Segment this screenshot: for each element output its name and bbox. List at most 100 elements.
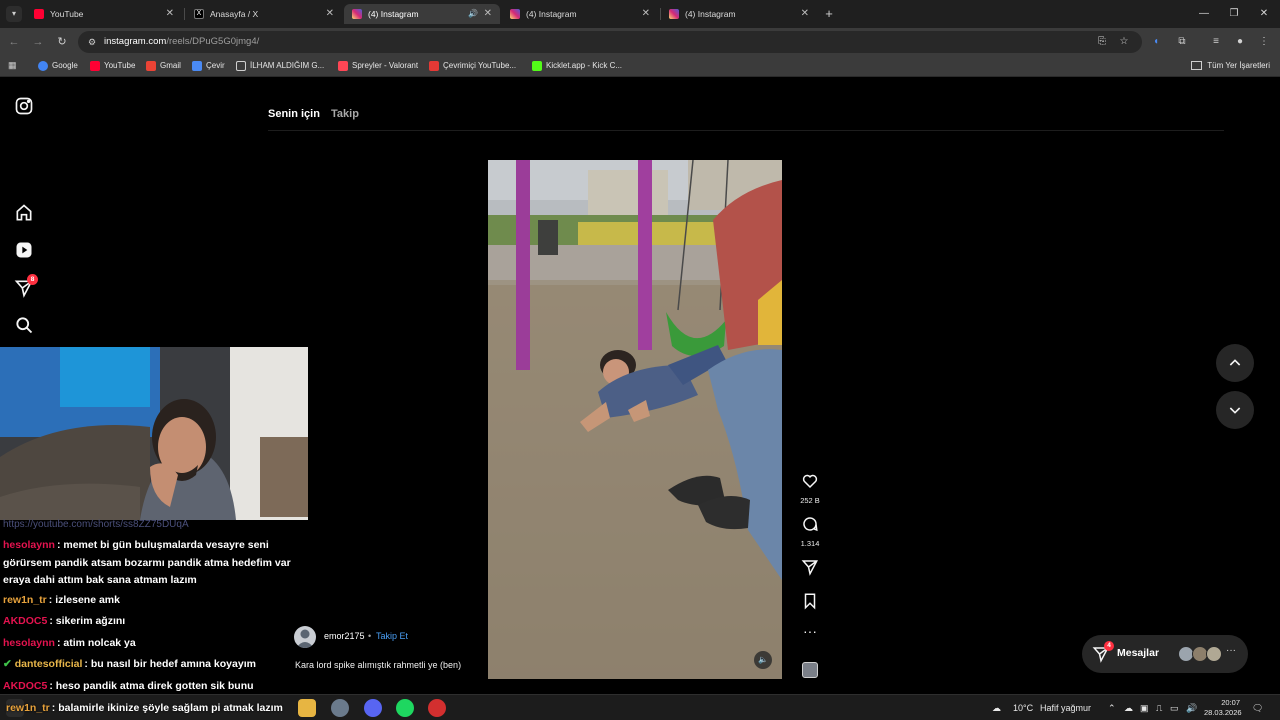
volume-icon[interactable]: 🔊 <box>1186 695 1197 720</box>
separator-dot: • <box>368 631 372 641</box>
app-icon[interactable] <box>331 699 349 717</box>
bookmark-youtube[interactable]: YouTube <box>90 58 135 74</box>
windows-taskbar: rew1n_tr: balamirle ikinize şöyle sağlam… <box>0 694 1280 720</box>
install-app-icon[interactable]: ⎘ <box>1094 34 1110 50</box>
notification-badge: 8 <box>27 274 38 285</box>
author-username[interactable]: emor2175 <box>324 631 365 641</box>
share-button[interactable] <box>796 558 824 581</box>
close-icon[interactable]: ✕ <box>484 4 492 24</box>
tab-instagram-3[interactable]: (4) Instagram ✕ <box>661 4 817 24</box>
stream-chat-overlay: https://youtube.com/shorts/ss8ZZ75DUqA h… <box>0 517 310 702</box>
chevron-up-icon <box>1229 359 1241 366</box>
reload-button[interactable]: ↻ <box>54 34 70 50</box>
comment-button[interactable]: 1.314 <box>796 515 824 548</box>
file-explorer-icon[interactable] <box>298 699 316 717</box>
chat-message: hesolaynn: memet bi gün buluşmalarda ves… <box>3 539 291 586</box>
chat-message: AKDOC5: heso pandik atma direk gotten si… <box>3 680 254 692</box>
clock[interactable]: 20:07 28.03.2026 <box>1204 698 1242 718</box>
back-button[interactable]: ← <box>6 34 22 50</box>
extension-audio-icon[interactable]: ◖ <box>1148 34 1164 50</box>
more-options-icon[interactable]: ··· <box>796 624 824 638</box>
tab-x[interactable]: X Anasayfa / X ✕ <box>186 4 342 24</box>
weather-text[interactable]: Hafif yağmur <box>1040 695 1091 720</box>
reel-video[interactable]: 🔈 <box>488 160 782 679</box>
browser-toolbar: ← → ↻ ⚙ instagram.com/reels/DPuG5G0jmg4/… <box>0 28 1280 56</box>
apps-grid-icon[interactable]: ▦ <box>8 60 19 71</box>
url-text[interactable]: instagram.com/reels/DPuG5G0jmg4/ <box>104 31 259 53</box>
bookmark-kicklet[interactable]: Kicklet.app - Kick C... <box>532 58 622 74</box>
onedrive-icon[interactable]: ☁ <box>1124 695 1133 720</box>
close-icon[interactable]: ✕ <box>166 4 174 24</box>
menu-kebab-icon[interactable]: ⋮ <box>1256 34 1272 50</box>
tab-for-you[interactable]: Senin için <box>268 108 320 120</box>
video-frame <box>488 160 782 679</box>
bookmark-folder-ilham[interactable]: İLHAM ALDIĞIM G... <box>236 58 324 74</box>
tab-search-button[interactable]: ▾ <box>6 6 22 22</box>
bookmark-translate[interactable]: Çevir <box>192 58 225 74</box>
obs-icon[interactable] <box>428 699 446 717</box>
reels-icon[interactable] <box>14 240 34 260</box>
tab-divider <box>268 130 1224 131</box>
follow-button[interactable]: Takip Et <box>376 631 408 641</box>
tab-following[interactable]: Takip <box>331 108 359 120</box>
media-controls-icon[interactable]: ≡ <box>1208 34 1224 50</box>
chevron-up-icon[interactable]: ⌃ <box>1108 695 1116 720</box>
folder-icon <box>1191 61 1203 70</box>
chat-link[interactable]: https://youtube.com/shorts/ss8ZZ75DUqA <box>3 519 189 530</box>
reel-caption: Kara lord spike alımıştık rahmetli ye (b… <box>295 660 462 670</box>
forward-button[interactable]: → <box>30 34 46 50</box>
direct-messages-icon[interactable]: 8 <box>14 274 38 298</box>
profile-icon[interactable]: ● <box>1232 34 1248 50</box>
folder-icon <box>236 61 246 71</box>
network-icon[interactable]: ▭ <box>1170 695 1179 720</box>
search-icon[interactable] <box>14 315 34 335</box>
close-icon[interactable]: ✕ <box>801 4 809 24</box>
notifications-icon[interactable]: 🗨 <box>1252 695 1263 720</box>
temperature[interactable]: 10°C <box>1013 695 1033 720</box>
comment-icon <box>803 517 818 532</box>
tab-youtube[interactable]: YouTube ✕ <box>26 4 182 24</box>
bookmark-gmail[interactable]: Gmail <box>146 58 181 74</box>
all-bookmarks[interactable]: Tüm Yer İşaretleri <box>1191 58 1270 74</box>
bookmark-star-icon[interactable]: ☆ <box>1116 34 1132 50</box>
close-icon[interactable]: ✕ <box>326 4 334 24</box>
tray-icon[interactable]: ▣ <box>1140 695 1149 720</box>
next-reel-button[interactable] <box>1216 391 1254 429</box>
close-icon[interactable]: ✕ <box>642 4 650 24</box>
site-info-icon[interactable]: ⚙ <box>86 36 98 48</box>
microphone-icon[interactable]: ⎍ <box>1156 695 1162 720</box>
youtube-icon <box>34 9 44 19</box>
minimize-button[interactable]: — <box>1194 6 1214 22</box>
tab-instagram-2[interactable]: (4) Instagram ✕ <box>502 4 658 24</box>
like-button[interactable]: 252 B <box>796 472 824 505</box>
chevron-down-icon <box>1229 407 1241 414</box>
translate-icon <box>192 61 202 71</box>
new-tab-button[interactable]: + <box>822 4 836 24</box>
instagram-logo-icon[interactable] <box>14 96 34 116</box>
restore-button[interactable]: ❐ <box>1224 6 1244 22</box>
bookmark-google[interactable]: Google <box>38 58 78 74</box>
share-icon <box>801 560 818 576</box>
home-icon[interactable] <box>14 203 34 223</box>
chat-message: AKDOC5: sikerim ağzını <box>3 615 126 627</box>
audio-thumbnail[interactable] <box>802 662 818 678</box>
kicklet-icon <box>532 61 542 71</box>
instagram-icon <box>352 9 362 19</box>
close-window-button[interactable]: ✕ <box>1254 6 1274 22</box>
extensions-puzzle-icon[interactable]: ⧉ <box>1174 34 1190 50</box>
save-button[interactable] <box>796 592 824 615</box>
tab-instagram-active[interactable]: (4) Instagram 🔊 ✕ <box>344 4 500 24</box>
instagram-icon <box>669 9 679 19</box>
webcam-overlay <box>0 347 308 520</box>
previous-reel-button[interactable] <box>1216 344 1254 382</box>
google-icon <box>38 61 48 71</box>
weather-icon[interactable]: ☁ <box>992 695 1001 720</box>
bookmark-valorant[interactable]: Spreyler - Valorant <box>338 58 418 74</box>
address-bar[interactable]: ⚙ instagram.com/reels/DPuG5G0jmg4/ ⎘ ☆ <box>78 31 1142 53</box>
spotify-icon[interactable] <box>396 699 414 717</box>
discord-icon[interactable] <box>364 699 382 717</box>
volume-icon[interactable]: 🔈 <box>754 651 772 669</box>
messages-button[interactable]: 4 Mesajlar ··· <box>1082 635 1248 673</box>
speaker-icon[interactable]: 🔊 <box>468 4 478 24</box>
bookmark-youtube-online[interactable]: Çevrimiçi YouTube... <box>429 58 516 74</box>
